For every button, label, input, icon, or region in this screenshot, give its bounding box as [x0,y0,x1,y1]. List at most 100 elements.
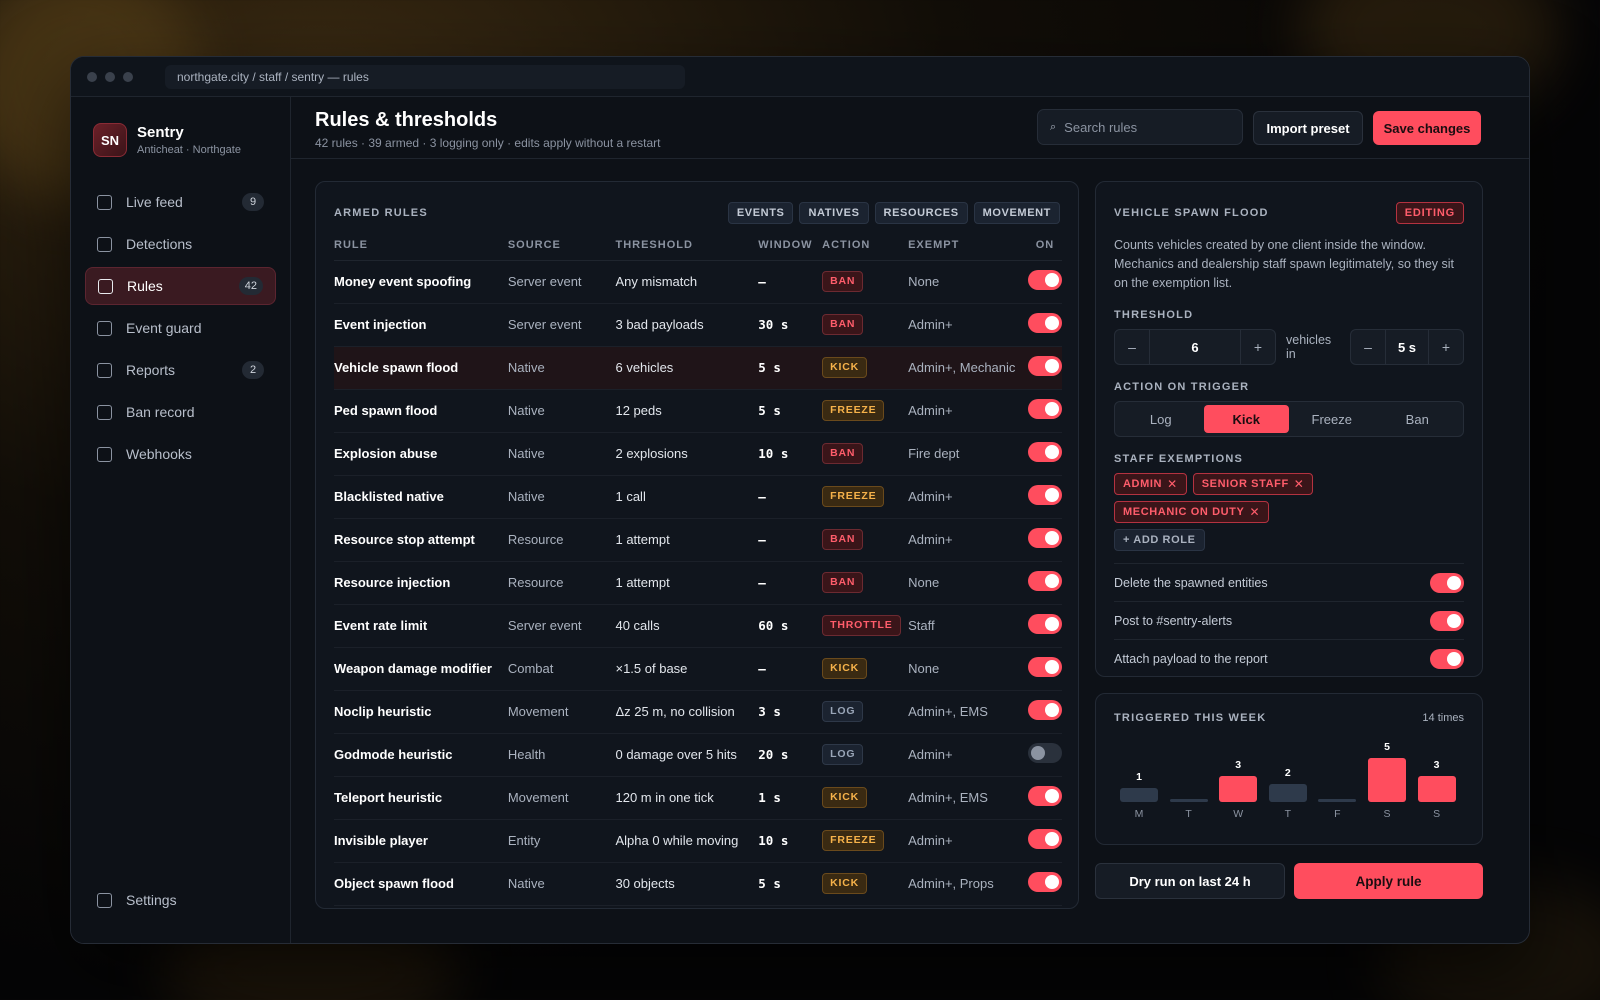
rule-name: Event rate limit [334,604,508,648]
table-row[interactable]: Event rate limit Server event 40 calls 60 s… [334,604,1062,648]
table-row[interactable]: Teleport heuristic Movement 120 m in one t… [334,776,1062,820]
rule-exempt: Admin+ [908,475,1028,519]
exemption-tag[interactable]: ADMIN ✕ [1114,473,1187,495]
window-close-dot[interactable] [87,71,97,82]
rule-enabled-toggle[interactable] [1027,442,1062,462]
rule-enabled-toggle[interactable] [1027,614,1062,634]
search-input[interactable]: ⌕ Search rules [1037,109,1243,145]
remove-x-icon[interactable]: ✕ [1294,477,1305,491]
window-maximize-dot[interactable] [123,71,133,82]
table-row[interactable]: Resource injection Resource 1 attempt — BAN N… [334,561,1062,605]
remove-x-icon[interactable]: ✕ [1249,505,1260,519]
url-bar[interactable]: northgate.city / staff / sentry — rules [165,64,685,89]
rule-name: Vehicle spawn flood [334,346,508,390]
sidebar-item-label: Webhooks [126,446,192,462]
filter-chip-natives[interactable]: NATIVES [799,202,869,224]
table-row[interactable]: Noclip heuristic Movement Δz 25 m, no coll… [334,690,1062,734]
rule-enabled-toggle[interactable] [1027,485,1062,505]
filter-chip-resources[interactable]: RESOURCES [874,202,968,224]
column-header-rule: RULE [334,230,508,261]
rule-action-cell: KICK [822,862,909,906]
exemption-tag-label: SENIOR STAFF [1201,478,1289,490]
table-row[interactable]: Vehicle spawn flood Native 6 vehicles 5 s KI… [334,346,1062,390]
rule-toggle-cell [1027,647,1062,691]
rule-action-cell: KICK [822,776,909,820]
sidebar-item-settings[interactable]: Settings [85,881,276,919]
option-toggle[interactable] [1430,572,1464,593]
filter-chips: EVENTS NATIVES RESOURCES MOVEMENT [727,202,1060,224]
exemption-tag[interactable]: MECHANIC ON DUTY ✕ [1114,501,1270,523]
rule-exempt: Admin+ [908,819,1028,863]
action-option-ban[interactable]: Ban [1375,405,1461,433]
rule-enabled-toggle[interactable] [1027,657,1062,677]
apply-rule-button[interactable]: Apply rule [1294,863,1483,899]
table-row[interactable]: Ped spawn flood Native 12 peds 5 s FREEZE Adm… [334,389,1062,433]
rule-exempt: Staff [908,604,1028,648]
table-row[interactable]: Object spawn flood Native 30 objects 5 s KIC… [334,862,1062,906]
rule-enabled-toggle[interactable] [1027,270,1062,290]
sidebar-item-event-guard[interactable]: Event guard [85,309,276,347]
table-row[interactable]: Invisible player Entity Alpha 0 while movi… [334,819,1062,863]
exemption-tag-label: MECHANIC ON DUTY [1123,506,1245,518]
rule-enabled-toggle[interactable] [1027,571,1062,591]
rule-enabled-toggle[interactable] [1027,399,1062,419]
rule-toggle-cell [1027,604,1062,648]
rule-action-cell: LOG [822,690,909,734]
rule-window: — [758,561,823,605]
rule-threshold: Alpha 0 while moving [615,819,759,863]
table-row[interactable]: Event injection Server event 3 bad payload… [334,303,1062,347]
action-badge: KICK [822,787,868,808]
rule-enabled-toggle[interactable] [1027,313,1062,333]
sidebar-item-live-feed[interactable]: Live feed 9 [85,183,276,221]
import-preset-button[interactable]: Import preset [1253,111,1363,145]
table-row[interactable]: Resource stop attempt Resource 1 attempt — B… [334,518,1062,562]
window-increment-button[interactable]: + [1429,330,1463,364]
rule-source: Native [507,346,616,390]
action-option-freeze[interactable]: Freeze [1289,405,1375,433]
table-row[interactable]: Weapon damage modifier Combat ×1.5 of base… [334,647,1062,691]
sidebar-item-reports[interactable]: Reports 2 [85,351,276,389]
sidebar-item-detections[interactable]: Detections [85,225,276,263]
rule-threshold: Δz 25 m, no collision [615,690,759,734]
action-option-kick[interactable]: Kick [1203,405,1289,433]
filter-chip-movement[interactable]: MOVEMENT [973,202,1060,224]
window-decrement-button[interactable]: – [1351,330,1385,364]
save-changes-button[interactable]: Save changes [1373,111,1481,145]
rule-enabled-toggle[interactable] [1027,743,1062,763]
sidebar: SN Sentry Anticheat · Northgate Live fee… [71,97,291,943]
action-option-log[interactable]: Log [1118,405,1204,433]
rule-enabled-toggle[interactable] [1027,528,1062,548]
table-row[interactable]: Money event spoofing Server event Any mism… [334,260,1062,304]
rule-window: 60 s [758,604,823,648]
week-bar [1219,775,1258,802]
dry-run-button[interactable]: Dry run on last 24 h [1095,863,1285,899]
rule-enabled-toggle[interactable] [1027,356,1062,376]
option-toggle[interactable] [1430,648,1464,669]
rule-enabled-toggle[interactable] [1027,786,1062,806]
table-row[interactable]: Explosion abuse Native 2 explosions 10 s BAN… [334,432,1062,476]
rule-exempt: Fire dept [908,432,1028,476]
rule-name: Object spawn flood [334,862,508,906]
sidebar-item-webhooks[interactable]: Webhooks [85,435,276,473]
rule-source: Native [507,389,616,433]
threshold-increment-button[interactable]: + [1241,330,1275,364]
window-minimize-dot[interactable] [105,71,115,82]
threshold-decrement-button[interactable]: – [1115,330,1149,364]
table-row[interactable]: Godmode heuristic Health 0 damage over 5 h… [334,733,1062,777]
rule-enabled-toggle[interactable] [1027,700,1062,720]
rule-name: Ped spawn flood [334,389,508,433]
threshold-value[interactable]: 6 [1149,330,1241,364]
sidebar-item-rules[interactable]: Rules 42 [85,267,276,305]
filter-chip-events[interactable]: EVENTS [727,202,794,224]
rule-window: 1 s [758,776,823,820]
table-row[interactable]: Blacklisted native Native 1 call — FREEZE Adm… [334,475,1062,519]
add-role-button[interactable]: + ADD ROLE [1114,529,1205,551]
exemption-tag[interactable]: SENIOR STAFF ✕ [1192,473,1314,495]
rule-toggle-cell [1027,776,1062,820]
window-value[interactable]: 5 s [1385,330,1429,364]
rule-enabled-toggle[interactable] [1027,829,1062,849]
remove-x-icon[interactable]: ✕ [1167,477,1178,491]
rule-enabled-toggle[interactable] [1027,872,1062,892]
option-toggle[interactable] [1430,610,1464,631]
sidebar-item-ban-record[interactable]: Ban record [85,393,276,431]
